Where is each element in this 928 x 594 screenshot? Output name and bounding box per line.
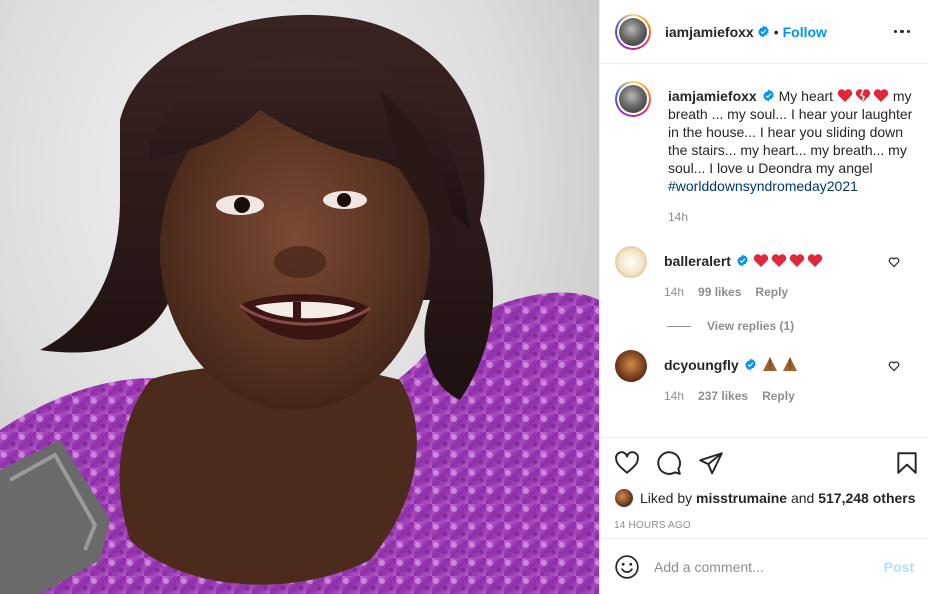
author-avatar[interactable] (615, 13, 651, 50)
comment-text: dcyoungfly (664, 350, 914, 374)
comments-list: iamjamiefoxx My heart my breath ... my s… (600, 65, 928, 437)
liker-username[interactable]: misstrumaine (696, 490, 787, 506)
reply-button[interactable]: Reply (762, 389, 795, 403)
save-bookmark-icon[interactable] (894, 450, 920, 476)
verified-badge-icon (763, 89, 774, 102)
comment-likes[interactable]: 237 likes (698, 389, 748, 403)
share-paper-plane-icon[interactable] (698, 450, 724, 476)
verified-badge-icon (745, 358, 756, 371)
caption-age[interactable]: 14h (668, 210, 688, 224)
comment-age[interactable]: 14h (664, 389, 684, 403)
emoji-smiley-icon[interactable] (614, 554, 640, 580)
post-timestamp[interactable]: 14 HOURS AGO (614, 520, 920, 531)
follow-button[interactable]: Follow (783, 24, 827, 40)
comment-username[interactable]: dcyoungfly (664, 357, 739, 373)
like-comment-heart-icon[interactable] (888, 256, 900, 268)
more-options-icon[interactable] (890, 26, 915, 38)
comment-age[interactable]: 14h (664, 285, 684, 299)
verified-badge-icon (737, 254, 748, 267)
comment-bubble-icon[interactable] (656, 450, 682, 476)
comment-row: balleralert 14h 99 likes Reply (615, 246, 913, 299)
post-header: iamjamiefoxx • Follow (600, 0, 928, 64)
praying-hands-emoji-icon (762, 357, 797, 371)
post-actions: Liked by misstrumaine and 517,248 others… (600, 437, 928, 531)
post-details-panel: iamjamiefoxx • Follow iamjamiefoxx My he… (599, 0, 928, 594)
comment-text: balleralert (664, 246, 914, 270)
likes-joiner: and (790, 490, 815, 506)
portrait-illustration (0, 14, 599, 594)
add-comment-bar: Post (600, 538, 928, 594)
comment-meta: 14h 237 likes Reply (664, 389, 914, 403)
red-hearts-emoji-icon (753, 254, 823, 267)
add-comment-input[interactable] (654, 558, 876, 575)
hearts-emoji-icon (837, 89, 889, 103)
author-username[interactable]: iamjamiefoxx (665, 24, 754, 40)
likes-summary: Liked by misstrumaine and 517,248 others (614, 488, 920, 508)
instagram-post: iamjamiefoxx • Follow iamjamiefoxx My he… (0, 0, 928, 594)
likes-others-count[interactable]: 517,248 others (818, 490, 915, 506)
post-comment-button[interactable]: Post (884, 559, 914, 575)
caption-row: iamjamiefoxx My heart my breath ... my s… (615, 81, 913, 224)
caption-text: iamjamiefoxx My heart my breath ... my s… (668, 81, 918, 195)
comment-meta: 14h 99 likes Reply (664, 285, 914, 299)
replies-divider (667, 325, 691, 327)
view-replies-button[interactable]: View replies (1) (667, 319, 913, 333)
caption-hashtag[interactable]: #worlddownsyndromeday2021 (668, 178, 858, 194)
comment-username[interactable]: balleralert (664, 253, 731, 269)
likes-prefix: Liked by (640, 490, 693, 506)
view-replies-label: View replies (1) (707, 319, 795, 333)
comment-likes[interactable]: 99 likes (698, 285, 741, 299)
liker-avatar[interactable] (614, 488, 634, 508)
caption-meta: 14h (668, 210, 918, 224)
commenter-avatar[interactable] (615, 350, 647, 382)
caption-username[interactable]: iamjamiefoxx (668, 88, 757, 104)
verified-badge-icon (758, 25, 769, 38)
caption-author-avatar[interactable] (615, 81, 651, 117)
reply-button[interactable]: Reply (755, 285, 788, 299)
post-photo[interactable] (0, 0, 599, 594)
header-separator: • (773, 23, 779, 40)
like-heart-icon[interactable] (614, 450, 640, 476)
author-avatar-image (619, 17, 647, 46)
caption-lead: My heart (778, 88, 834, 104)
like-comment-heart-icon[interactable] (888, 360, 900, 372)
commenter-avatar[interactable] (615, 246, 647, 278)
comment-row: dcyoungfly 14h 237 likes Reply (615, 350, 913, 403)
